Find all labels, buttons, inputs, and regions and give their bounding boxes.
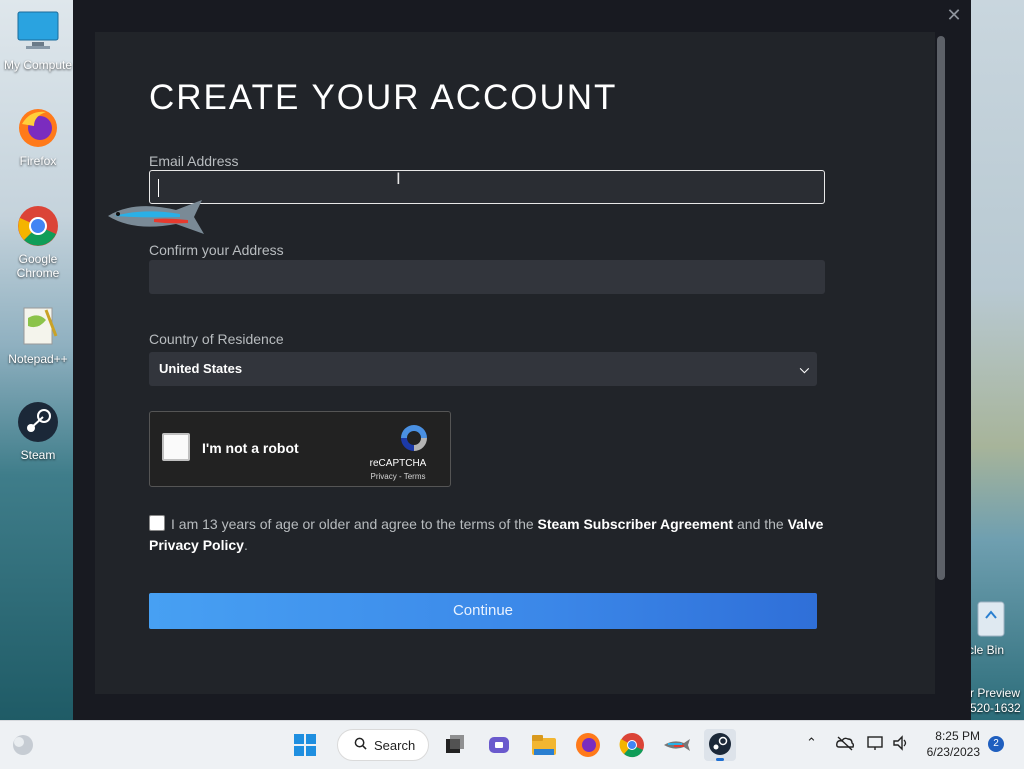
recaptcha-checkbox[interactable] <box>162 433 190 461</box>
age-agreement: I am 13 years of age or older and agree … <box>149 514 829 556</box>
notepadpp-icon <box>16 304 60 348</box>
recaptcha-label: I'm not a robot <box>202 440 299 456</box>
search-icon <box>354 737 367 750</box>
speaker-icon <box>893 735 907 751</box>
taskbar: Search ⌃ 8:25 PM 6/23/2023 2 <box>0 720 1024 769</box>
email-label: Email Address <box>149 153 239 169</box>
firefox-icon <box>576 733 600 757</box>
create-account-dialog: ✕ CREATE YOUR ACCOUNT Email Address I Co… <box>73 0 971 720</box>
windows-start-icon <box>294 734 316 756</box>
scrollbar-thumb[interactable] <box>937 36 945 580</box>
agreement-text: I am 13 years of age or older and agree … <box>171 516 534 532</box>
recaptcha-brand: reCAPTCHA <box>369 458 427 469</box>
clock-date: 6/23/2023 <box>926 745 980 759</box>
fish-icon <box>664 739 690 751</box>
build-watermark: r Preview 520-1632 <box>970 686 1021 716</box>
recaptcha-widget: I'm not a robot reCAPTCHA Privacy - Term… <box>149 411 451 487</box>
watermark-line: r Preview <box>970 686 1021 700</box>
agreement-text: and the <box>737 516 784 532</box>
subscriber-agreement-link[interactable]: Steam Subscriber Agreement <box>538 516 734 532</box>
dialog-content: CREATE YOUR ACCOUNT Email Address I Conf… <box>95 32 935 694</box>
weather-icon <box>13 735 33 755</box>
file-explorer-button[interactable] <box>528 729 560 761</box>
desktop-icon-label: Firefox <box>19 154 57 168</box>
chevron-up-icon: ⌃ <box>806 735 817 750</box>
task-view-icon <box>446 735 464 753</box>
firefox-icon <box>16 106 60 150</box>
recaptcha-logo-icon <box>398 422 430 454</box>
search-label: Search <box>374 738 416 753</box>
onedrive-status[interactable] <box>836 735 855 754</box>
fish-icon <box>108 200 204 234</box>
teams-chat-button[interactable] <box>483 729 515 761</box>
recycle-bin-icon <box>977 601 1005 637</box>
show-hidden-icons-button[interactable]: ⌃ <box>806 735 817 751</box>
start-button[interactable] <box>289 729 321 761</box>
country-label: Country of Residence <box>149 331 284 347</box>
active-app-indicator <box>716 758 724 761</box>
desktop-icon-label: My Compute <box>3 58 73 72</box>
watermark-line: 520-1632 <box>970 701 1021 715</box>
chat-icon <box>489 737 509 753</box>
agreement-text: . <box>243 537 248 553</box>
taskbar-search[interactable]: Search <box>337 729 429 761</box>
desktop-icon-label: Steam <box>20 448 56 462</box>
desktop-icon-label: Notepad++ <box>8 352 68 366</box>
scrollbar[interactable] <box>935 34 947 690</box>
recycle-bin-label: cle Bin <box>968 643 1005 657</box>
recycle-bin-shortcut[interactable]: cle Bin <box>968 598 1024 657</box>
network-icon <box>867 736 883 750</box>
monitor-icon <box>16 10 60 54</box>
country-select[interactable]: United States ⌵ <box>149 352 817 386</box>
steam-icon <box>16 400 60 444</box>
country-selected-value: United States <box>159 361 243 376</box>
chrome-taskbar-button[interactable] <box>616 729 648 761</box>
chevron-down-icon: ⌵ <box>799 362 809 376</box>
steam-taskbar-button[interactable] <box>704 729 736 761</box>
desktop-icon-steam[interactable]: Steam <box>0 400 76 462</box>
desktop-icon-label: Google Chrome <box>16 252 60 280</box>
chrome-icon <box>16 204 60 248</box>
notification-badge[interactable]: 2 <box>988 736 1004 752</box>
desktop-icon-firefox[interactable]: Firefox <box>0 106 76 168</box>
close-button[interactable]: ✕ <box>945 6 963 24</box>
clock-time: 8:25 PM <box>935 729 980 743</box>
recaptcha-privacy-terms-link[interactable]: Privacy - Terms <box>358 472 438 481</box>
cloud-offline-icon <box>836 736 855 751</box>
confirm-email-field[interactable] <box>149 260 825 294</box>
ibeam-cursor-icon: I <box>396 169 401 188</box>
continue-button[interactable]: Continue <box>149 593 817 629</box>
volume-control[interactable] <box>892 734 910 755</box>
firefox-taskbar-button[interactable] <box>572 729 604 761</box>
taskbar-clock[interactable]: 8:25 PM 6/23/2023 <box>927 728 980 760</box>
network-status[interactable] <box>866 734 886 755</box>
confirm-email-label: Confirm your Address <box>149 242 284 258</box>
desktop-icon-my-computer[interactable]: My Compute <box>0 10 76 72</box>
weather-widget[interactable] <box>7 729 39 761</box>
folder-icon <box>532 735 556 755</box>
text-caret <box>158 179 159 197</box>
steam-icon <box>709 733 731 755</box>
email-field[interactable] <box>149 170 825 204</box>
desktop-icon-chrome[interactable]: Google Chrome <box>0 204 76 280</box>
page-title: CREATE YOUR ACCOUNT <box>149 78 618 117</box>
desktop-icon-notepadpp[interactable]: Notepad++ <box>0 304 76 366</box>
age-agreement-checkbox[interactable] <box>149 515 165 531</box>
chrome-icon <box>619 733 644 758</box>
fish-app-taskbar-button[interactable] <box>660 729 692 761</box>
task-view-button[interactable] <box>438 729 470 761</box>
